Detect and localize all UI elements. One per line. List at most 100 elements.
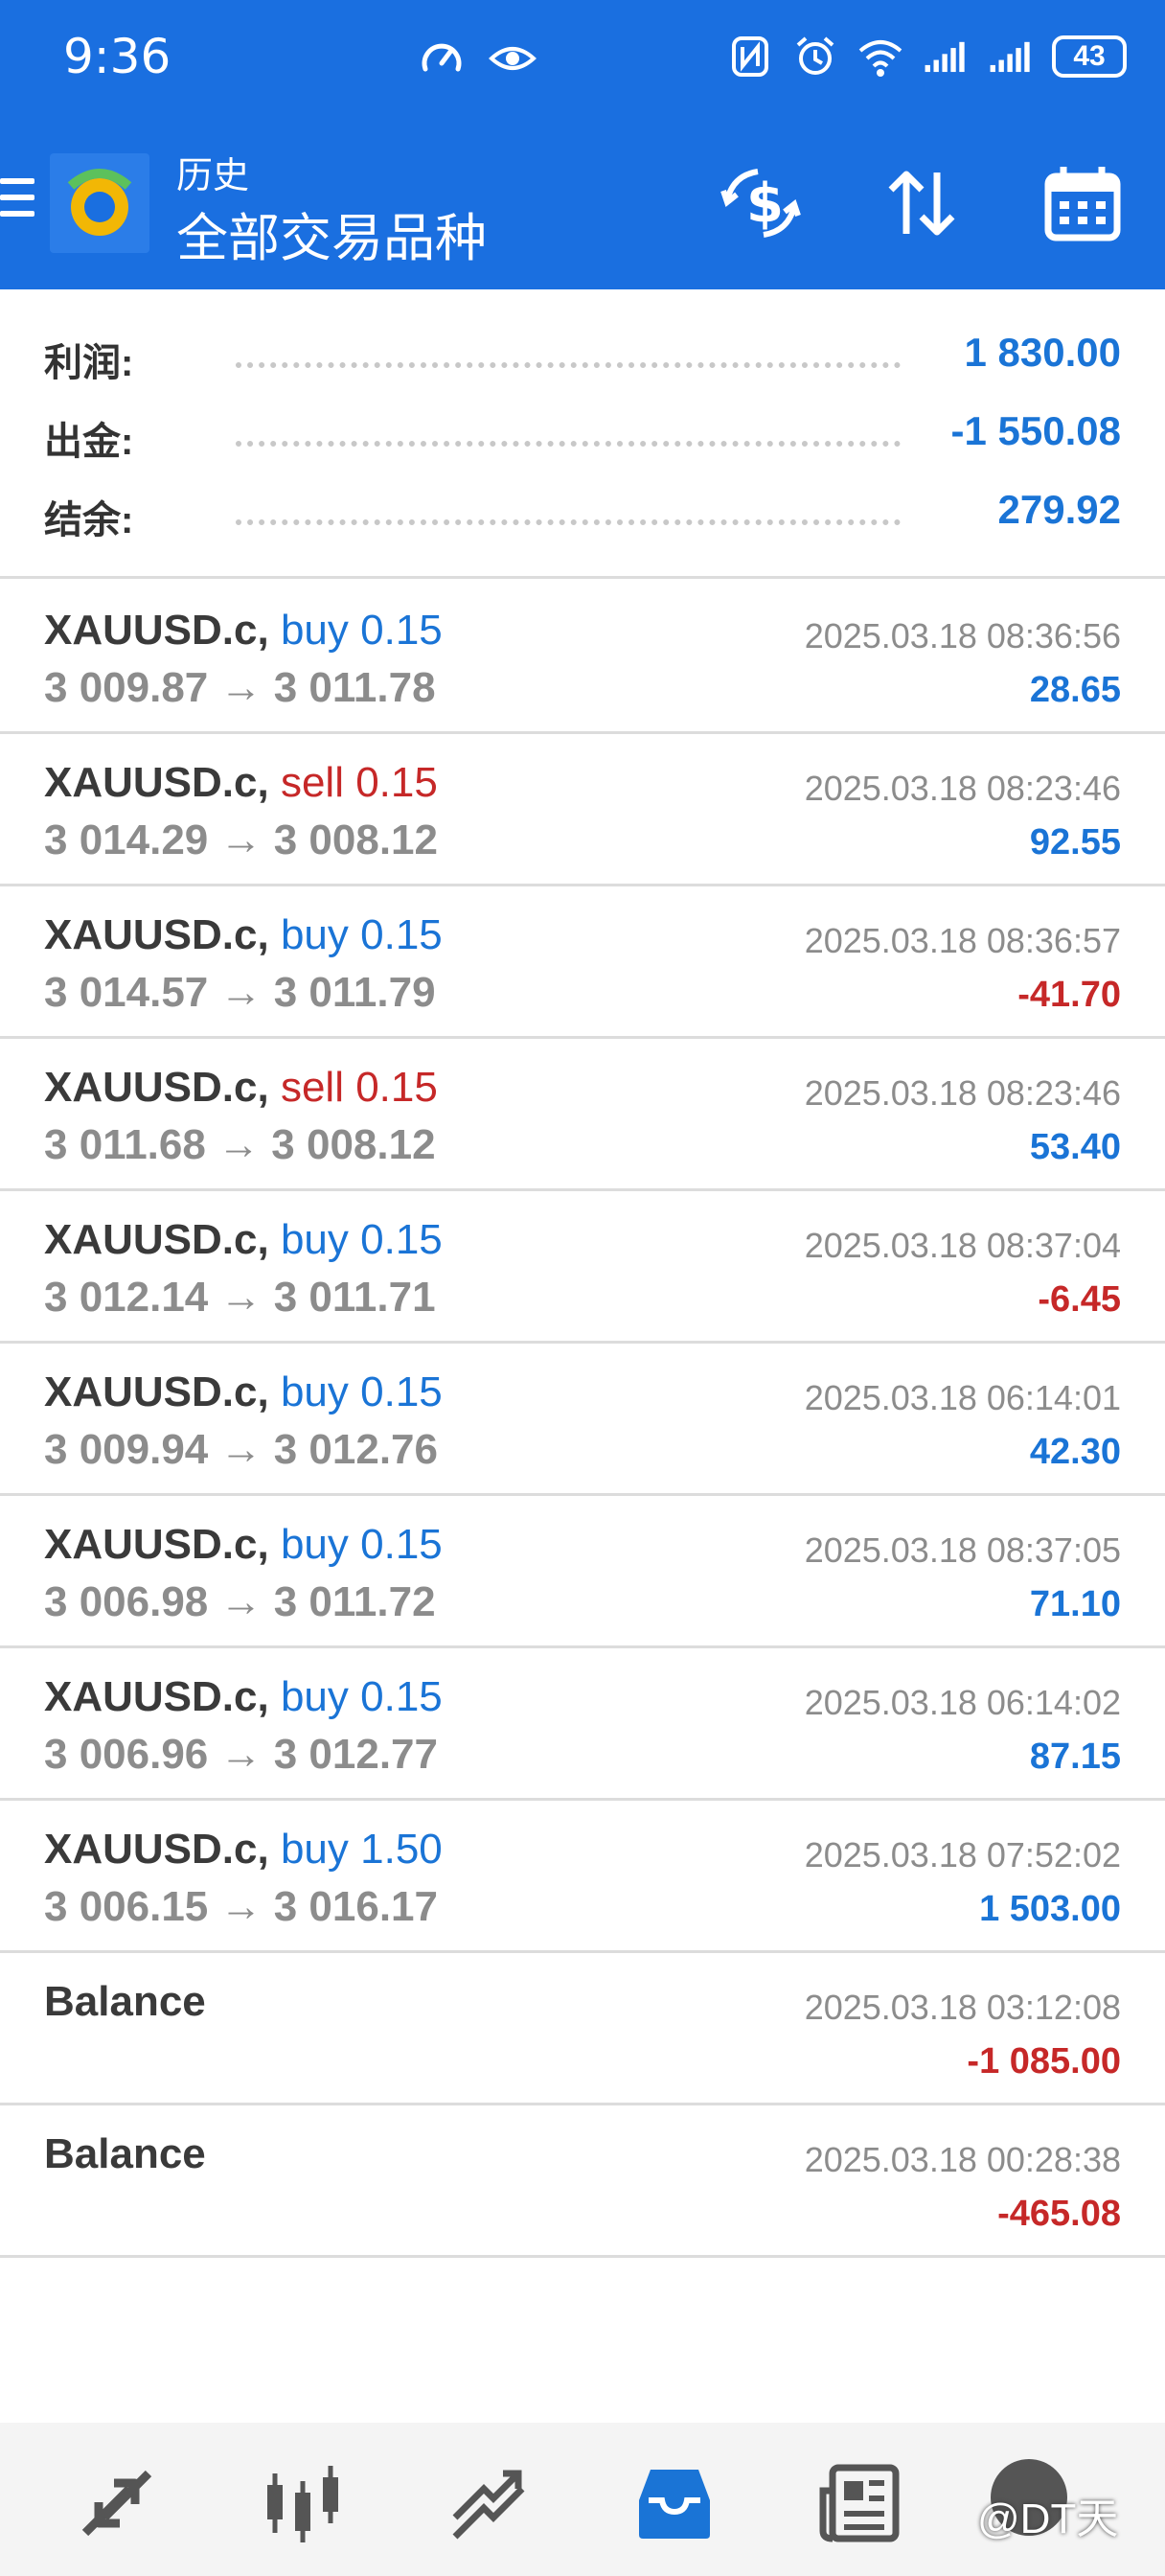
wifi-icon — [857, 33, 904, 80]
deal-prices: 3 014.29 → 3 008.12 — [44, 816, 438, 863]
list-item[interactable]: Balance 2025.03.18 03:12:08 -1 085.00 — [0, 1953, 1165, 2105]
summary-value: -1 550.08 — [950, 408, 1121, 453]
history-icon[interactable] — [628, 2457, 720, 2549]
list-item[interactable]: XAUUSD.c, buy 0.15 3 012.14 → 3 011.71 2… — [0, 1191, 1165, 1344]
list-item[interactable]: XAUUSD.c, buy 0.15 3 006.96 → 3 012.77 2… — [0, 1648, 1165, 1801]
deal-time: 2025.03.18 06:14:02 — [804, 1683, 1121, 1722]
deal-type: sell 0.15 — [280, 759, 438, 806]
deal-profit: -6.45 — [1038, 1279, 1121, 1320]
sort-icon[interactable] — [878, 159, 966, 247]
deal-time: 2025.03.18 08:36:56 — [804, 616, 1121, 656]
top-app-bar: 9:36 43 历史 全部交易品种 $ — [0, 0, 1165, 289]
list-item[interactable]: XAUUSD.c, sell 0.15 3 014.29 → 3 008.12 … — [0, 734, 1165, 886]
svg-text:$: $ — [746, 172, 784, 235]
deal-type: buy 0.15 — [280, 911, 443, 958]
list-item[interactable]: XAUUSD.c, buy 0.15 3 006.98 → 3 011.72 2… — [0, 1496, 1165, 1648]
deal-profit: -1 085.00 — [967, 2041, 1121, 2082]
deal-prices: 3 009.94 → 3 012.76 — [44, 1426, 438, 1473]
deal-time: 2025.03.18 08:23:46 — [804, 1073, 1121, 1113]
status-bar: 9:36 43 — [0, 0, 1165, 117]
deal-time: 2025.03.18 08:37:04 — [804, 1226, 1121, 1265]
deal-profit: 1 503.00 — [979, 1889, 1121, 1929]
list-item[interactable]: XAUUSD.c, buy 0.15 3 009.94 → 3 012.76 2… — [0, 1344, 1165, 1496]
speedometer-icon — [418, 34, 466, 82]
list-item[interactable]: XAUUSD.c, buy 0.15 3 014.57 → 3 011.79 2… — [0, 886, 1165, 1039]
dotted-leader — [236, 519, 901, 525]
battery-icon: 43 — [1052, 35, 1127, 78]
dotted-leader — [236, 441, 901, 447]
deal-type: sell 0.15 — [280, 1064, 438, 1111]
deal-profit: 42.30 — [1029, 1432, 1121, 1472]
summary-label: 出金: — [44, 421, 134, 463]
summary-label: 利润: — [44, 342, 134, 384]
chart-icon[interactable] — [257, 2457, 349, 2549]
deal-symbol: Balance — [44, 1978, 206, 2025]
quotes-icon[interactable] — [71, 2457, 163, 2549]
list-item[interactable]: XAUUSD.c, sell 0.15 3 011.68 → 3 008.12 … — [0, 1039, 1165, 1191]
dotted-leader — [236, 362, 901, 368]
header: 历史 全部交易品种 $ — [0, 136, 1165, 270]
deal-symbol: Balance — [44, 2130, 206, 2177]
summary-panel: 利润: 1 830.00 出金: -1 550.08 结余: 279.92 — [0, 289, 1165, 579]
watermark-text: @DT天 — [977, 2496, 1119, 2542]
deal-prices: 3 009.87 → 3 011.78 — [44, 664, 436, 711]
deal-type: buy 0.15 — [280, 1673, 443, 1720]
deal-prices: 3 006.98 → 3 011.72 — [44, 1578, 436, 1625]
deal-time: 2025.03.18 07:52:02 — [804, 1835, 1121, 1874]
deal-symbol: XAUUSD.c, — [44, 607, 269, 654]
currency-exchange-icon[interactable]: $ — [717, 159, 805, 247]
deal-profit: 92.55 — [1029, 822, 1121, 862]
deal-type: buy 1.50 — [280, 1826, 443, 1873]
summary-value: 279.92 — [997, 487, 1121, 532]
deal-type: buy 0.15 — [280, 607, 443, 654]
deal-type: buy 0.15 — [280, 1216, 443, 1263]
deal-symbol: XAUUSD.c, — [44, 1673, 269, 1720]
status-time: 9:36 — [63, 29, 171, 84]
deal-profit: 53.40 — [1029, 1127, 1121, 1167]
header-subtitle: 历史 — [176, 156, 250, 196]
deal-time: 2025.03.18 06:14:01 — [804, 1378, 1121, 1417]
summary-label: 结余: — [44, 499, 134, 541]
deal-type: buy 0.15 — [280, 1368, 443, 1415]
signal-icon — [922, 33, 970, 80]
menu-icon[interactable] — [0, 178, 34, 222]
deal-time: 2025.03.18 03:12:08 — [804, 1988, 1121, 2027]
list-item[interactable]: XAUUSD.c, buy 1.50 3 006.15 → 3 016.17 2… — [0, 1801, 1165, 1953]
deal-profit: -41.70 — [1017, 975, 1121, 1015]
alarm-icon — [791, 33, 839, 80]
list-item[interactable]: Balance 2025.03.18 00:28:38 -465.08 — [0, 2105, 1165, 2258]
deal-prices: 3 006.15 → 3 016.17 — [44, 1883, 438, 1930]
deal-profit: -465.08 — [997, 2194, 1121, 2234]
trade-icon[interactable] — [443, 2457, 535, 2549]
deal-time: 2025.03.18 08:23:46 — [804, 769, 1121, 808]
deal-profit: 28.65 — [1029, 670, 1121, 710]
deal-symbol: XAUUSD.c, — [44, 1826, 269, 1873]
app-logo — [50, 153, 149, 253]
deal-symbol: XAUUSD.c, — [44, 759, 269, 806]
deal-symbol: XAUUSD.c, — [44, 1064, 269, 1111]
calendar-icon[interactable] — [1039, 159, 1127, 247]
deal-profit: 71.10 — [1029, 1584, 1121, 1624]
deal-symbol: XAUUSD.c, — [44, 911, 269, 958]
deal-symbol: XAUUSD.c, — [44, 1368, 269, 1415]
deal-prices: 3 006.96 → 3 012.77 — [44, 1731, 438, 1778]
deal-prices: 3 012.14 → 3 011.71 — [44, 1274, 436, 1321]
summary-row-withdrawal: 出金: -1 550.08 — [44, 401, 1121, 468]
deal-time: 2025.03.18 08:36:57 — [804, 921, 1121, 960]
header-title[interactable]: 全部交易品种 — [176, 196, 487, 271]
deal-symbol: XAUUSD.c, — [44, 1216, 269, 1263]
list-item[interactable]: XAUUSD.c, buy 0.15 3 009.87 → 3 011.78 2… — [0, 582, 1165, 734]
deal-profit: 87.15 — [1029, 1736, 1121, 1777]
deal-symbol: XAUUSD.c, — [44, 1521, 269, 1568]
deal-time: 2025.03.18 00:28:38 — [804, 2140, 1121, 2179]
nfc-icon — [726, 33, 774, 80]
summary-value: 1 830.00 — [964, 330, 1122, 375]
eye-icon — [489, 34, 537, 82]
deal-type: buy 0.15 — [280, 1521, 443, 1568]
signal-icon — [987, 33, 1035, 80]
deal-prices: 3 014.57 → 3 011.79 — [44, 969, 436, 1016]
deal-time: 2025.03.18 08:37:05 — [804, 1530, 1121, 1570]
news-icon[interactable] — [814, 2457, 906, 2549]
summary-row-balance: 结余: 279.92 — [44, 479, 1121, 546]
summary-row-profit: 利润: 1 830.00 — [44, 322, 1121, 389]
